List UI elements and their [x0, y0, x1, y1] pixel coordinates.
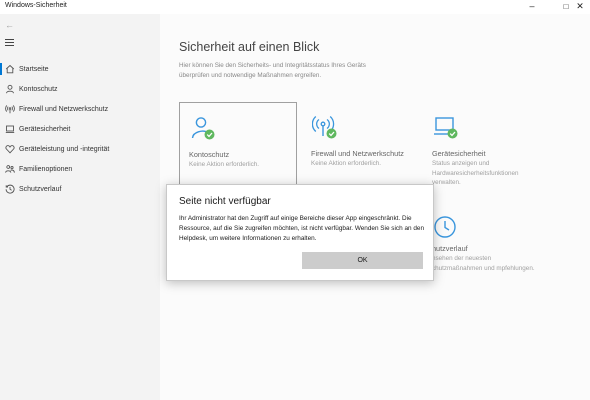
back-button[interactable]: ← — [5, 20, 14, 30]
window-title: Windows-Sicherheit — [5, 2, 67, 9]
sidebar-item-startseite[interactable]: Startseite — [0, 59, 160, 79]
sidebar-item-schutzverlauf[interactable]: Schutzverlauf — [0, 179, 160, 199]
card-geraetesicherheit[interactable]: Gerätesicherheit Status anzeigen und Har… — [423, 102, 541, 186]
hamburger-menu-icon[interactable] — [5, 39, 14, 47]
sidebar-item-label: Schutzverlauf — [19, 185, 62, 193]
laptop-icon — [5, 124, 15, 134]
card-subtitle: Keine Aktion erforderlich. — [189, 161, 260, 168]
card-subtitle: Status anzeigen und Hardwaresicherheitsf… — [432, 160, 519, 186]
sidebar-item-geraeteleistung[interactable]: Geräteleistung und -integrität — [0, 139, 160, 159]
card-firewall[interactable]: Firewall und Netzwerkschutz Keine Aktion… — [302, 102, 420, 186]
home-icon — [5, 64, 15, 74]
page-title: Sicherheit auf einen Blick — [179, 40, 320, 54]
clock-icon — [433, 214, 459, 240]
card-subtitle: nsehen der neuesten chutzmaßnahmen und m… — [432, 255, 535, 272]
card-schutzverlauf[interactable]: hutzverlauf nsehen der neuesten chutzmaß… — [423, 202, 541, 286]
sidebar-item-label: Startseite — [19, 65, 49, 73]
person-icon — [5, 84, 15, 94]
close-button[interactable]: ✕ — [570, 0, 590, 14]
dialog-title: Seite nicht verfügbar — [179, 196, 271, 207]
card-title: hutzverlauf — [432, 244, 468, 253]
card-title: Gerätesicherheit — [432, 149, 486, 158]
title-bar: Windows-Sicherheit – □ ✕ — [0, 0, 590, 14]
card-title: Kontoschutz — [189, 150, 230, 159]
card-kontoschutz[interactable]: Kontoschutz Keine Aktion erforderlich. — [179, 102, 297, 186]
sidebar-item-label: Familienoptionen — [19, 165, 73, 173]
laptop-check-icon — [433, 114, 459, 140]
heart-icon — [5, 144, 15, 154]
history-icon — [5, 184, 15, 194]
antenna-check-icon — [311, 114, 338, 140]
sidebar-item-kontoschutz[interactable]: Kontoschutz — [0, 79, 160, 99]
card-subtitle: Keine Aktion erforderlich. — [311, 160, 382, 167]
card-title: Firewall und Netzwerkschutz — [311, 149, 404, 158]
person-check-icon — [190, 115, 216, 141]
page-unavailable-dialog: Seite nicht verfügbar Ihr Administrator … — [166, 184, 434, 281]
antenna-icon — [5, 104, 15, 114]
sidebar-item-firewall[interactable]: Firewall und Netzwerkschutz — [0, 99, 160, 119]
sidebar-item-label: Firewall und Netzwerkschutz — [19, 105, 109, 113]
minimize-button[interactable]: – — [518, 0, 546, 14]
sidebar-item-label: Geräteleistung und -integrität — [19, 145, 110, 153]
sidebar-item-geraetesicherheit[interactable]: Gerätesicherheit — [0, 119, 160, 139]
page-description: Hier können Sie den Sicherheits- und Int… — [179, 62, 366, 79]
sidebar: ← Startseite Kontoschutz Firewall und Ne… — [0, 14, 160, 400]
dialog-message: Ihr Administrator hat den Zugriff auf ei… — [179, 215, 424, 242]
sidebar-item-label: Gerätesicherheit — [19, 125, 71, 133]
family-icon — [5, 164, 15, 174]
sidebar-item-familienoptionen[interactable]: Familienoptionen — [0, 159, 160, 179]
ok-button[interactable]: OK — [302, 252, 423, 269]
sidebar-nav: Startseite Kontoschutz Firewall und Netz… — [0, 59, 160, 199]
sidebar-item-label: Kontoschutz — [19, 85, 58, 93]
